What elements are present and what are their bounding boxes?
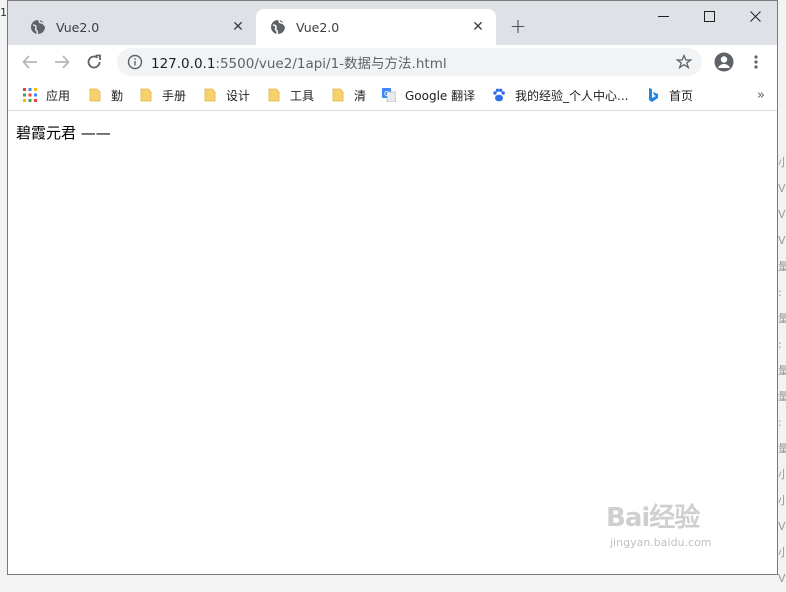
reload-button[interactable] bbox=[80, 48, 108, 76]
globe-icon bbox=[271, 19, 286, 35]
bookmarks-bar: 应用 勤 手册 设计 工具 清 G Google 翻译 我的经验_个人中心... bbox=[8, 79, 777, 111]
maximize-icon bbox=[703, 10, 715, 22]
apps-grid-icon bbox=[23, 88, 37, 102]
globe-icon bbox=[31, 19, 46, 35]
tab-strip: Vue2.0 ✕ Vue2.0 ✕ + bbox=[8, 1, 777, 45]
watermark-url-text: jingyan.baidu.com bbox=[610, 536, 712, 549]
browser-toolbar: 127.0.0.1:5500/vue2/1api/1-数据与方法.html bbox=[8, 45, 777, 79]
info-icon[interactable] bbox=[127, 54, 143, 70]
content-text: 碧霞元君 —— bbox=[16, 124, 111, 142]
bookmark-label: 清 bbox=[354, 88, 367, 103]
bookmark-baidu-experience[interactable]: 我的经验_个人中心... bbox=[492, 84, 628, 106]
browser-window: Vue2.0 ✕ Vue2.0 ✕ + 127.0.0.1:5500/vue2/… bbox=[7, 0, 778, 575]
bookmark-label: 手册 bbox=[162, 88, 187, 103]
account-circle-icon bbox=[714, 52, 734, 72]
minimize-icon bbox=[657, 15, 669, 17]
close-icon bbox=[749, 10, 761, 22]
url-text: 127.0.0.1:5500/vue2/1api/1-数据与方法.html bbox=[151, 56, 447, 72]
bookmark-folder-design[interactable]: 设计 bbox=[203, 84, 250, 106]
minimize-button[interactable] bbox=[640, 5, 686, 27]
folder-icon bbox=[268, 88, 280, 102]
folder-icon bbox=[332, 88, 344, 102]
profile-button[interactable] bbox=[710, 48, 738, 76]
svg-text:G: G bbox=[384, 90, 389, 98]
watermark-logo-text: Bai经验 bbox=[606, 503, 700, 533]
bookmark-label: Google 翻译 bbox=[405, 88, 476, 103]
bookmark-google-translate[interactable]: G Google 翻译 bbox=[382, 84, 475, 106]
tab-close-icon[interactable]: ✕ bbox=[470, 19, 486, 35]
bookmark-star-icon[interactable] bbox=[674, 52, 694, 72]
tab-vue2-inactive[interactable]: Vue2.0 ✕ bbox=[16, 9, 256, 45]
tab-title: Vue2.0 bbox=[296, 19, 340, 35]
maximize-button[interactable] bbox=[686, 5, 732, 27]
google-translate-icon: G bbox=[382, 88, 396, 102]
bookmark-folder-qin[interactable]: 勤 bbox=[88, 84, 123, 106]
bookmarks-more-button[interactable]: » bbox=[757, 84, 765, 106]
menu-button[interactable] bbox=[742, 48, 770, 76]
close-window-button[interactable] bbox=[732, 5, 777, 27]
arrow-left-icon bbox=[22, 55, 37, 69]
more-vert-icon bbox=[754, 55, 758, 69]
bookmark-apps[interactable]: 应用 bbox=[23, 84, 70, 106]
bookmark-folder-qing[interactable]: 清 bbox=[331, 84, 366, 106]
tab-title: Vue2.0 bbox=[56, 19, 100, 35]
bing-icon bbox=[649, 88, 658, 102]
bookmark-label: 勤 bbox=[111, 88, 124, 103]
arrow-right-icon bbox=[55, 55, 70, 69]
bookmark-label: 应用 bbox=[46, 88, 71, 103]
bookmark-folder-tools[interactable]: 工具 bbox=[267, 84, 314, 106]
address-bar[interactable]: 127.0.0.1:5500/vue2/1api/1-数据与方法.html bbox=[117, 48, 702, 76]
bookmark-label: 设计 bbox=[226, 88, 251, 103]
tab-vue2-active[interactable]: Vue2.0 ✕ bbox=[256, 9, 496, 45]
baidu-watermark: Bai经验 jingyan.baidu.com bbox=[606, 497, 756, 565]
back-button[interactable] bbox=[16, 48, 44, 76]
bookmark-folder-manual[interactable]: 手册 bbox=[139, 84, 186, 106]
folder-icon bbox=[140, 88, 152, 102]
bookmark-label: 首页 bbox=[669, 88, 694, 103]
forward-button[interactable] bbox=[48, 48, 76, 76]
reload-icon bbox=[87, 54, 101, 69]
bookmark-home[interactable]: 首页 bbox=[646, 84, 693, 106]
tab-close-icon[interactable]: ✕ bbox=[230, 19, 246, 35]
baidu-paw-icon bbox=[493, 88, 505, 102]
folder-icon bbox=[204, 88, 216, 102]
folder-icon bbox=[89, 88, 101, 102]
new-tab-button[interactable]: + bbox=[506, 14, 530, 38]
background-text-right: 小 V V V 量 : 量 : 量 量 : 量 小 小 V 小 V bbox=[778, 156, 786, 585]
bookmark-label: 工具 bbox=[290, 88, 315, 103]
bookmark-label: 我的经验_个人中心... bbox=[515, 88, 629, 103]
